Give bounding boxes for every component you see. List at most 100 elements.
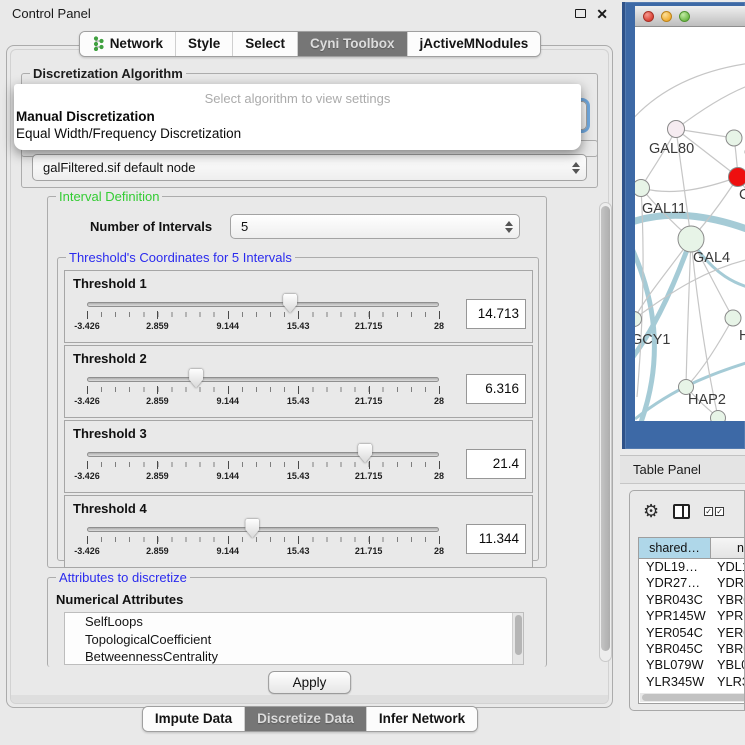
table-header-name[interactable]: na [711, 538, 745, 558]
checkbox-icon[interactable]: ✓ [715, 507, 724, 516]
spinner-down-icon[interactable] [505, 228, 513, 233]
discretization-algorithm-title: Discretization Algorithm [30, 66, 186, 81]
threshold-1-slider[interactable]: -3.426 2.859 9.144 15.43 21.715 28 [87, 271, 439, 342]
table-header-row: shared… na [639, 538, 745, 559]
list-item[interactable]: TopologicalCoefficient [65, 631, 523, 649]
network-window-titlebar[interactable] [635, 6, 745, 27]
close-traffic-light-icon[interactable] [643, 11, 654, 22]
tab-network[interactable]: Network [80, 32, 175, 56]
number-of-intervals-label: Number of Intervals [90, 219, 212, 234]
threshold-4-slider[interactable]: -3.426 2.859 9.144 15.43 21.715 28 [87, 496, 439, 567]
tab-infer-network[interactable]: Infer Network [366, 707, 477, 731]
cell-name[interactable]: YPR1 [711, 608, 745, 624]
tab-cyni-toolbox[interactable]: Cyni Toolbox [297, 32, 407, 56]
table-row[interactable]: YBR043C YBR0 [639, 592, 745, 608]
table-row[interactable]: YDL19… YDL1 [639, 559, 745, 575]
apply-button[interactable]: Apply [268, 671, 352, 694]
cell-shared[interactable]: YPR145W [639, 608, 711, 624]
slider-track[interactable] [87, 302, 439, 307]
tab-style[interactable]: Style [175, 32, 232, 56]
slider-handle[interactable] [358, 444, 372, 463]
tick-label: -3.426 [74, 471, 100, 481]
node-top-right[interactable] [726, 130, 742, 146]
float-window-icon[interactable] [575, 9, 586, 18]
tab-select[interactable]: Select [232, 32, 297, 56]
tick-label: 9.144 [217, 471, 240, 481]
list-item[interactable]: SelfLoops [65, 613, 523, 631]
table-row[interactable]: YLR345W YLR3 [639, 674, 745, 690]
columns-icon[interactable] [673, 504, 690, 519]
cell-name[interactable]: YDL1 [711, 559, 745, 575]
spinner-up-icon[interactable] [572, 162, 580, 167]
zoom-traffic-light-icon[interactable] [679, 11, 690, 22]
slider-handle[interactable] [189, 369, 203, 388]
spinner-down-icon[interactable] [572, 169, 580, 174]
checkbox-icon[interactable]: ✓ [704, 507, 713, 516]
threshold-4-value[interactable]: 11.344 [466, 524, 526, 554]
table-row[interactable]: YDR27… YDR2 [639, 575, 745, 591]
slider-track[interactable] [87, 527, 439, 532]
close-icon[interactable]: ✕ [596, 7, 608, 21]
tick-label: 2.859 [146, 546, 169, 556]
table-data-combobox[interactable]: galFiltered.sif default node [32, 154, 587, 181]
minor-ticks [87, 387, 439, 392]
table-row[interactable]: YER054C YER0 [639, 625, 745, 641]
node-gal80[interactable] [668, 121, 685, 138]
list-item[interactable]: BetweennessCentrality [65, 648, 523, 665]
cell-name[interactable]: YLR3 [711, 674, 745, 690]
slider-handle[interactable] [283, 294, 297, 313]
tick-label: -3.426 [74, 321, 100, 331]
slider-handle[interactable] [245, 519, 259, 538]
tab-impute-data[interactable]: Impute Data [143, 707, 244, 731]
slider-track[interactable] [87, 377, 439, 382]
node-gal11[interactable] [635, 180, 650, 197]
cell-name[interactable]: YBR0 [711, 641, 745, 657]
cell-shared[interactable]: YLR345W [639, 674, 711, 690]
cell-shared[interactable]: YBR045C [639, 641, 711, 657]
table-row[interactable]: YPR145W YPR1 [639, 608, 745, 624]
network-window: GAL80 GA C GAL11 GAL4 GCY1 H HAP2 [622, 2, 745, 449]
select-columns-icons[interactable]: ✓ ✓ [704, 507, 724, 516]
node-bottom[interactable] [711, 411, 726, 422]
threshold-2-value[interactable]: 6.316 [466, 374, 526, 404]
cell-shared[interactable]: YBR043C [639, 592, 711, 608]
node-h[interactable] [725, 310, 741, 326]
settings-scroll-area: Interval Definition Number of Intervals … [21, 192, 612, 669]
minimize-traffic-light-icon[interactable] [661, 11, 672, 22]
settings-vertical-scrollbar[interactable] [599, 202, 612, 662]
cell-shared[interactable]: YDR27… [639, 575, 711, 591]
tick-label: 15.43 [287, 396, 310, 406]
popup-option-manual-discretization[interactable]: Manual Discretization [14, 108, 581, 125]
popup-hint-text: Select algorithm to view settings [14, 88, 581, 108]
node-gal4[interactable] [678, 226, 704, 252]
cell-shared[interactable]: YER054C [639, 625, 711, 641]
table-header-shared[interactable]: shared… [639, 538, 711, 558]
cell-shared[interactable]: YDL19… [639, 559, 711, 575]
table-row[interactable]: YBR045C YBR0 [639, 641, 745, 657]
control-panel-titlebar: Control Panel ✕ [0, 0, 620, 27]
table-horizontal-scrollbar[interactable] [640, 693, 745, 702]
network-canvas[interactable]: GAL80 GA C GAL11 GAL4 GCY1 H HAP2 [635, 27, 745, 421]
cell-name[interactable]: YBL0 [711, 657, 745, 673]
attributes-group: Attributes to discretize Numerical Attri… [47, 577, 547, 667]
node-red-selected[interactable] [729, 168, 745, 187]
threshold-3-value[interactable]: 21.4 [466, 449, 526, 479]
minor-ticks [87, 462, 439, 467]
threshold-2-slider[interactable]: -3.426 2.859 9.144 15.43 21.715 28 [87, 346, 439, 417]
number-of-intervals-combobox[interactable]: 5 [230, 214, 520, 239]
gear-icon[interactable]: ⚙ [643, 502, 659, 520]
tab-discretize-data[interactable]: Discretize Data [244, 707, 366, 731]
cell-name[interactable]: YDR2 [711, 575, 745, 591]
cell-name[interactable]: YER0 [711, 625, 745, 641]
tab-jactivemnodules[interactable]: jActiveMNodules [407, 32, 541, 56]
list-scrollbar[interactable] [512, 613, 523, 664]
cell-shared[interactable]: YBL079W [639, 657, 711, 673]
cell-name[interactable]: YBR0 [711, 592, 745, 608]
numerical-attributes-list[interactable]: SelfLoops TopologicalCoefficient Between… [64, 612, 524, 665]
slider-track[interactable] [87, 452, 439, 457]
threshold-3-slider[interactable]: -3.426 2.859 9.144 15.43 21.715 28 [87, 421, 439, 492]
threshold-1-value[interactable]: 14.713 [466, 299, 526, 329]
spinner-up-icon[interactable] [505, 221, 513, 226]
table-row[interactable]: YBL079W YBL0 [639, 657, 745, 673]
popup-option-equal-width[interactable]: Equal Width/Frequency Discretization [14, 125, 581, 142]
